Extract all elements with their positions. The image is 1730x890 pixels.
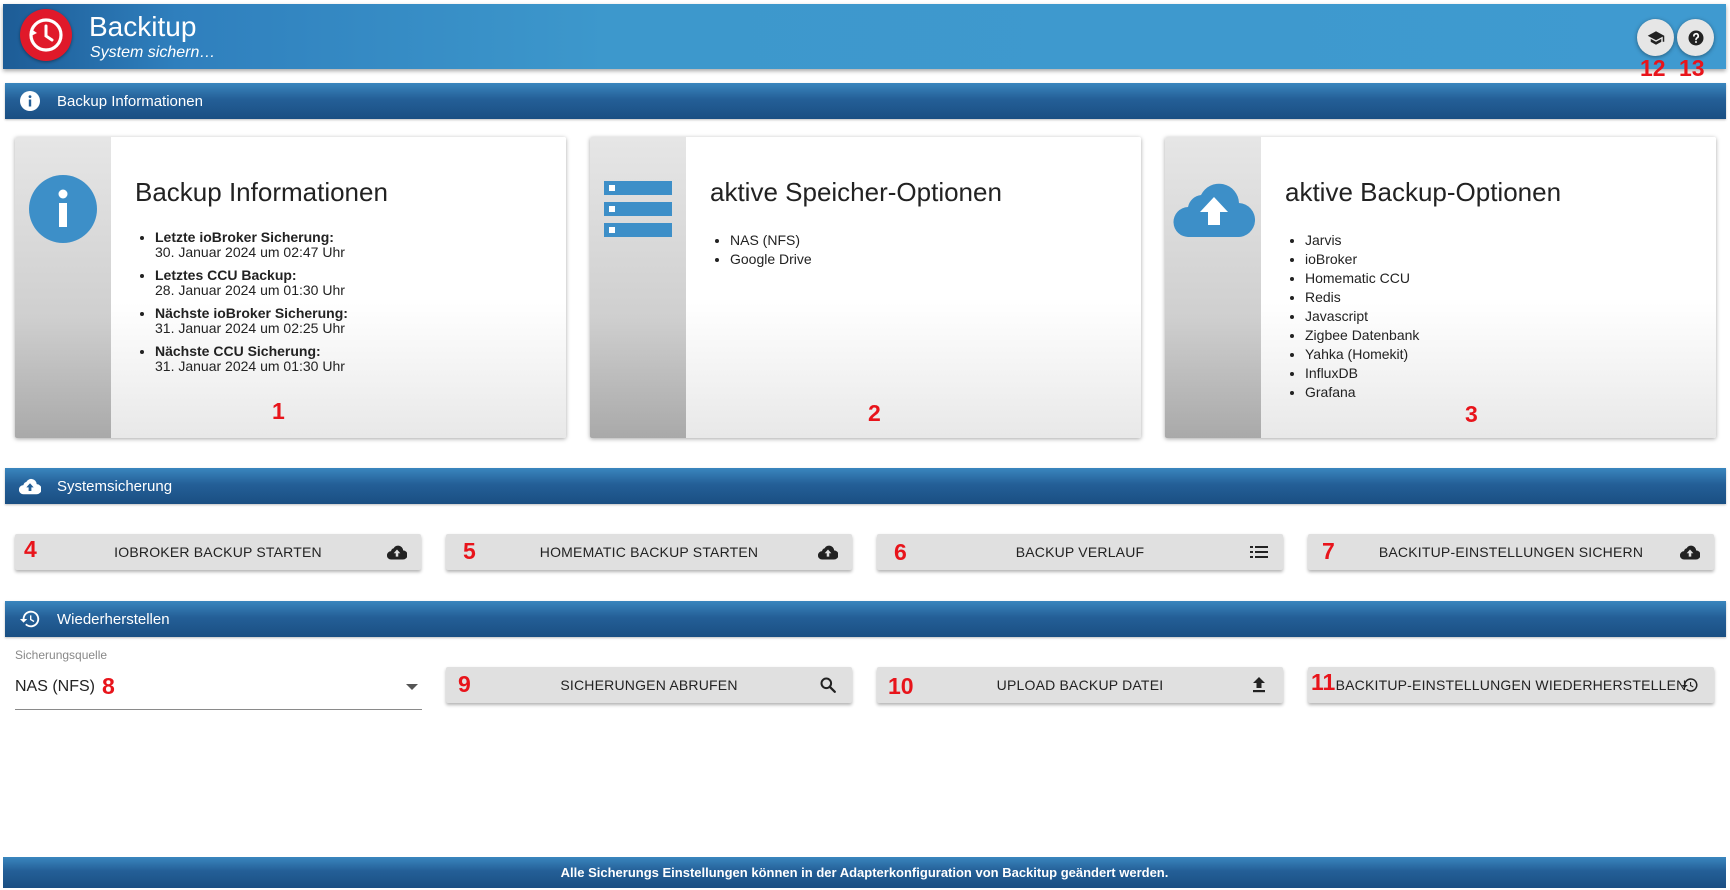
list-item: Letzte ioBroker Sicherung:30. Januar 202… (155, 230, 348, 260)
button-label: BACKUP VERLAUF (1015, 544, 1145, 560)
callout-11: 11 (1311, 669, 1336, 695)
clock-backup-icon (20, 9, 72, 61)
source-select-label: Sicherungsquelle (15, 648, 108, 662)
callout-2: 2 (868, 400, 881, 426)
list-item: Nächste ioBroker Sicherung:31. Januar 20… (155, 306, 348, 336)
backup-dates-list: Letzte ioBroker Sicherung:30. Januar 202… (155, 230, 348, 382)
button-label: SICHERUNGEN ABRUFEN (560, 677, 738, 693)
upload-icon (1249, 675, 1269, 695)
card-title: aktive Speicher-Optionen (710, 177, 1002, 207)
list-item: Javascript (1305, 309, 1419, 324)
callout-3: 3 (1465, 401, 1478, 427)
callout-10: 10 (888, 673, 914, 699)
list-item: Zigbee Datenbank (1305, 328, 1419, 343)
backup-options-card: aktive Backup-Optionen Jarvis ioBroker H… (1165, 137, 1716, 438)
iobroker-backup-button[interactable]: IOBROKER BACKUP STARTEN (15, 534, 421, 570)
info-icon (29, 175, 97, 243)
list-item: Letztes CCU Backup:28. Januar 2024 um 01… (155, 268, 348, 298)
restore-icon (19, 608, 41, 630)
callout-13: 13 (1679, 55, 1705, 81)
section-backup-info: Backup Informationen (5, 83, 1726, 119)
card-title: aktive Backup-Optionen (1285, 177, 1562, 207)
cloud-upload-icon (1680, 542, 1700, 562)
list-item: Nächste CCU Sicherung:31. Januar 2024 um… (155, 344, 348, 374)
callout-5: 5 (463, 538, 476, 564)
restore-icon (1680, 675, 1700, 695)
cloud-upload-icon (19, 475, 41, 497)
graduation-cap-icon (1647, 30, 1664, 45)
help-icon (1688, 30, 1703, 45)
cloud-upload-icon (1173, 183, 1255, 237)
app-title: Backitup (89, 11, 197, 42)
section-title: Wiederherstellen (57, 610, 170, 628)
callout-4: 4 (24, 536, 37, 562)
list-item: Jarvis (1305, 233, 1419, 248)
list-item: Redis (1305, 290, 1419, 305)
cloud-upload-icon (387, 542, 407, 562)
section-restore: Wiederherstellen (5, 601, 1726, 637)
app-header (3, 4, 1726, 69)
button-label: BACKITUP-EINSTELLUNGEN SICHERN (1378, 544, 1644, 560)
section-title: Systemsicherung (57, 477, 173, 495)
button-label: HOMEMATIC BACKUP STARTEN (539, 544, 759, 560)
callout-1: 1 (272, 398, 285, 424)
callout-8: 8 (102, 673, 115, 699)
help-button[interactable] (1677, 19, 1714, 56)
storage-list-icon (604, 181, 672, 237)
source-select[interactable]: NAS (NFS) (15, 670, 422, 710)
upload-backup-button[interactable]: UPLOAD BACKUP DATEI (877, 667, 1283, 703)
list-item: ioBroker (1305, 252, 1419, 267)
cloud-upload-icon (818, 542, 838, 562)
button-label: UPLOAD BACKUP DATEI (996, 677, 1164, 693)
list-icon (1249, 542, 1269, 562)
storage-list: NAS (NFS) Google Drive (730, 233, 812, 271)
source-select-value: NAS (NFS) (15, 678, 95, 695)
list-item: NAS (NFS) (730, 233, 812, 248)
app-subtitle: System sichern… (90, 44, 216, 61)
list-item: InfluxDB (1305, 366, 1419, 381)
list-item: Yahka (Homekit) (1305, 347, 1419, 362)
backup-history-button[interactable]: BACKUP VERLAUF (877, 534, 1283, 570)
backup-options-list: Jarvis ioBroker Homematic CCU Redis Java… (1305, 233, 1419, 404)
callout-12: 12 (1640, 55, 1666, 81)
card-title: Backup Informationen (135, 177, 388, 207)
section-title: Backup Informationen (57, 92, 203, 110)
caret-down-icon (406, 684, 418, 690)
search-icon (818, 675, 838, 695)
callout-9: 9 (458, 671, 471, 697)
save-settings-button[interactable]: BACKITUP-EINSTELLUNGEN SICHERN (1308, 534, 1714, 570)
restore-settings-button[interactable]: BACKITUP-EINSTELLUNGEN WIEDERHERSTELLEN (1308, 667, 1714, 703)
list-item: Homematic CCU (1305, 271, 1419, 286)
button-label: BACKITUP-EINSTELLUNGEN WIEDERHERSTELLEN (1335, 677, 1687, 693)
list-item: Google Drive (730, 252, 812, 267)
tutorial-button[interactable] (1637, 19, 1674, 56)
button-label: IOBROKER BACKUP STARTEN (114, 544, 322, 560)
homematic-backup-button[interactable]: HOMEMATIC BACKUP STARTEN (446, 534, 852, 570)
list-item: Grafana (1305, 385, 1419, 400)
backup-info-card: Backup Informationen Letzte ioBroker Sic… (15, 137, 566, 438)
footer-bar: Alle Sicherungs Einstellungen können in … (3, 857, 1726, 888)
info-icon (19, 90, 41, 112)
section-system-backup: Systemsicherung (5, 468, 1726, 504)
callout-7: 7 (1322, 538, 1335, 564)
callout-6: 6 (894, 539, 907, 565)
footer-text: Alle Sicherungs Einstellungen können in … (560, 865, 1169, 880)
storage-options-card: aktive Speicher-Optionen NAS (NFS) Googl… (590, 137, 1141, 438)
fetch-backups-button[interactable]: SICHERUNGEN ABRUFEN (446, 667, 852, 703)
